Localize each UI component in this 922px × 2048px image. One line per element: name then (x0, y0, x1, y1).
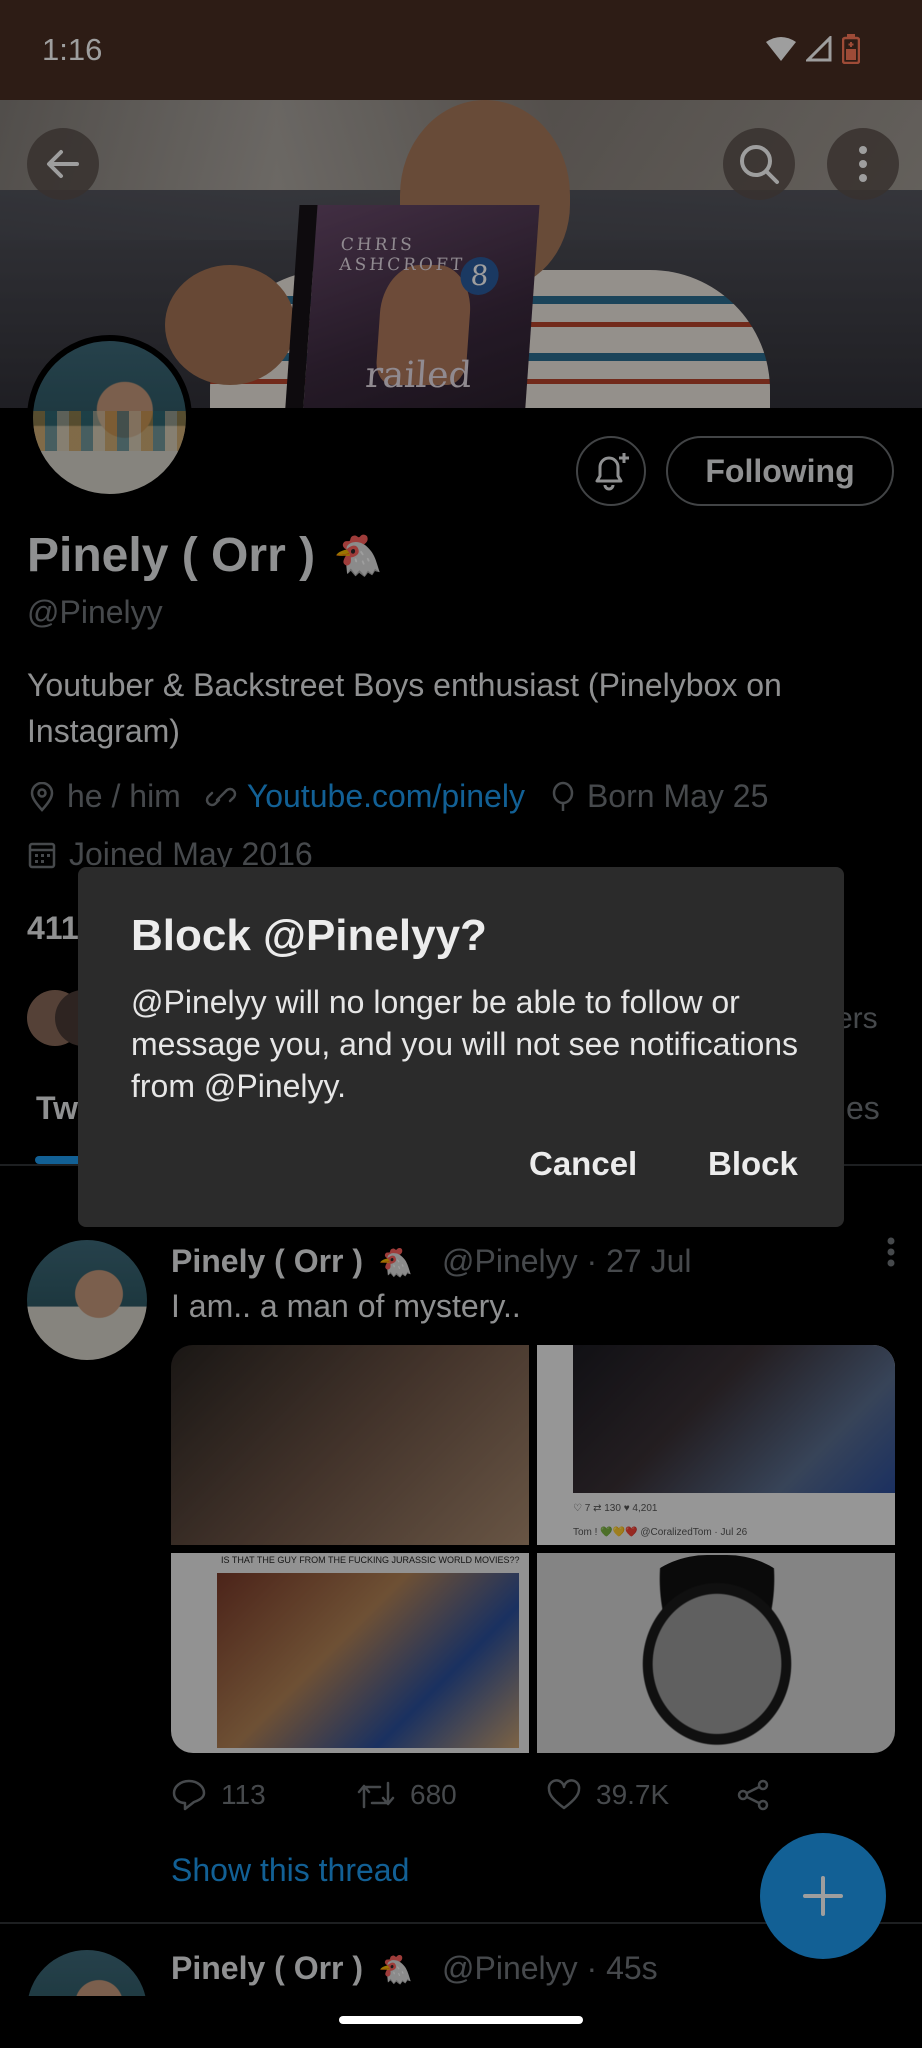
block-dialog: Block @Pinelyy? @Pinelyy will no longer … (78, 867, 844, 1227)
home-indicator[interactable] (339, 2016, 583, 2024)
dialog-message: @Pinelyy will no longer be able to follo… (131, 984, 799, 1104)
dialog-title: Block @Pinelyy? (131, 911, 487, 960)
cancel-button[interactable]: Cancel (529, 1145, 637, 1183)
block-button[interactable]: Block (708, 1145, 798, 1183)
